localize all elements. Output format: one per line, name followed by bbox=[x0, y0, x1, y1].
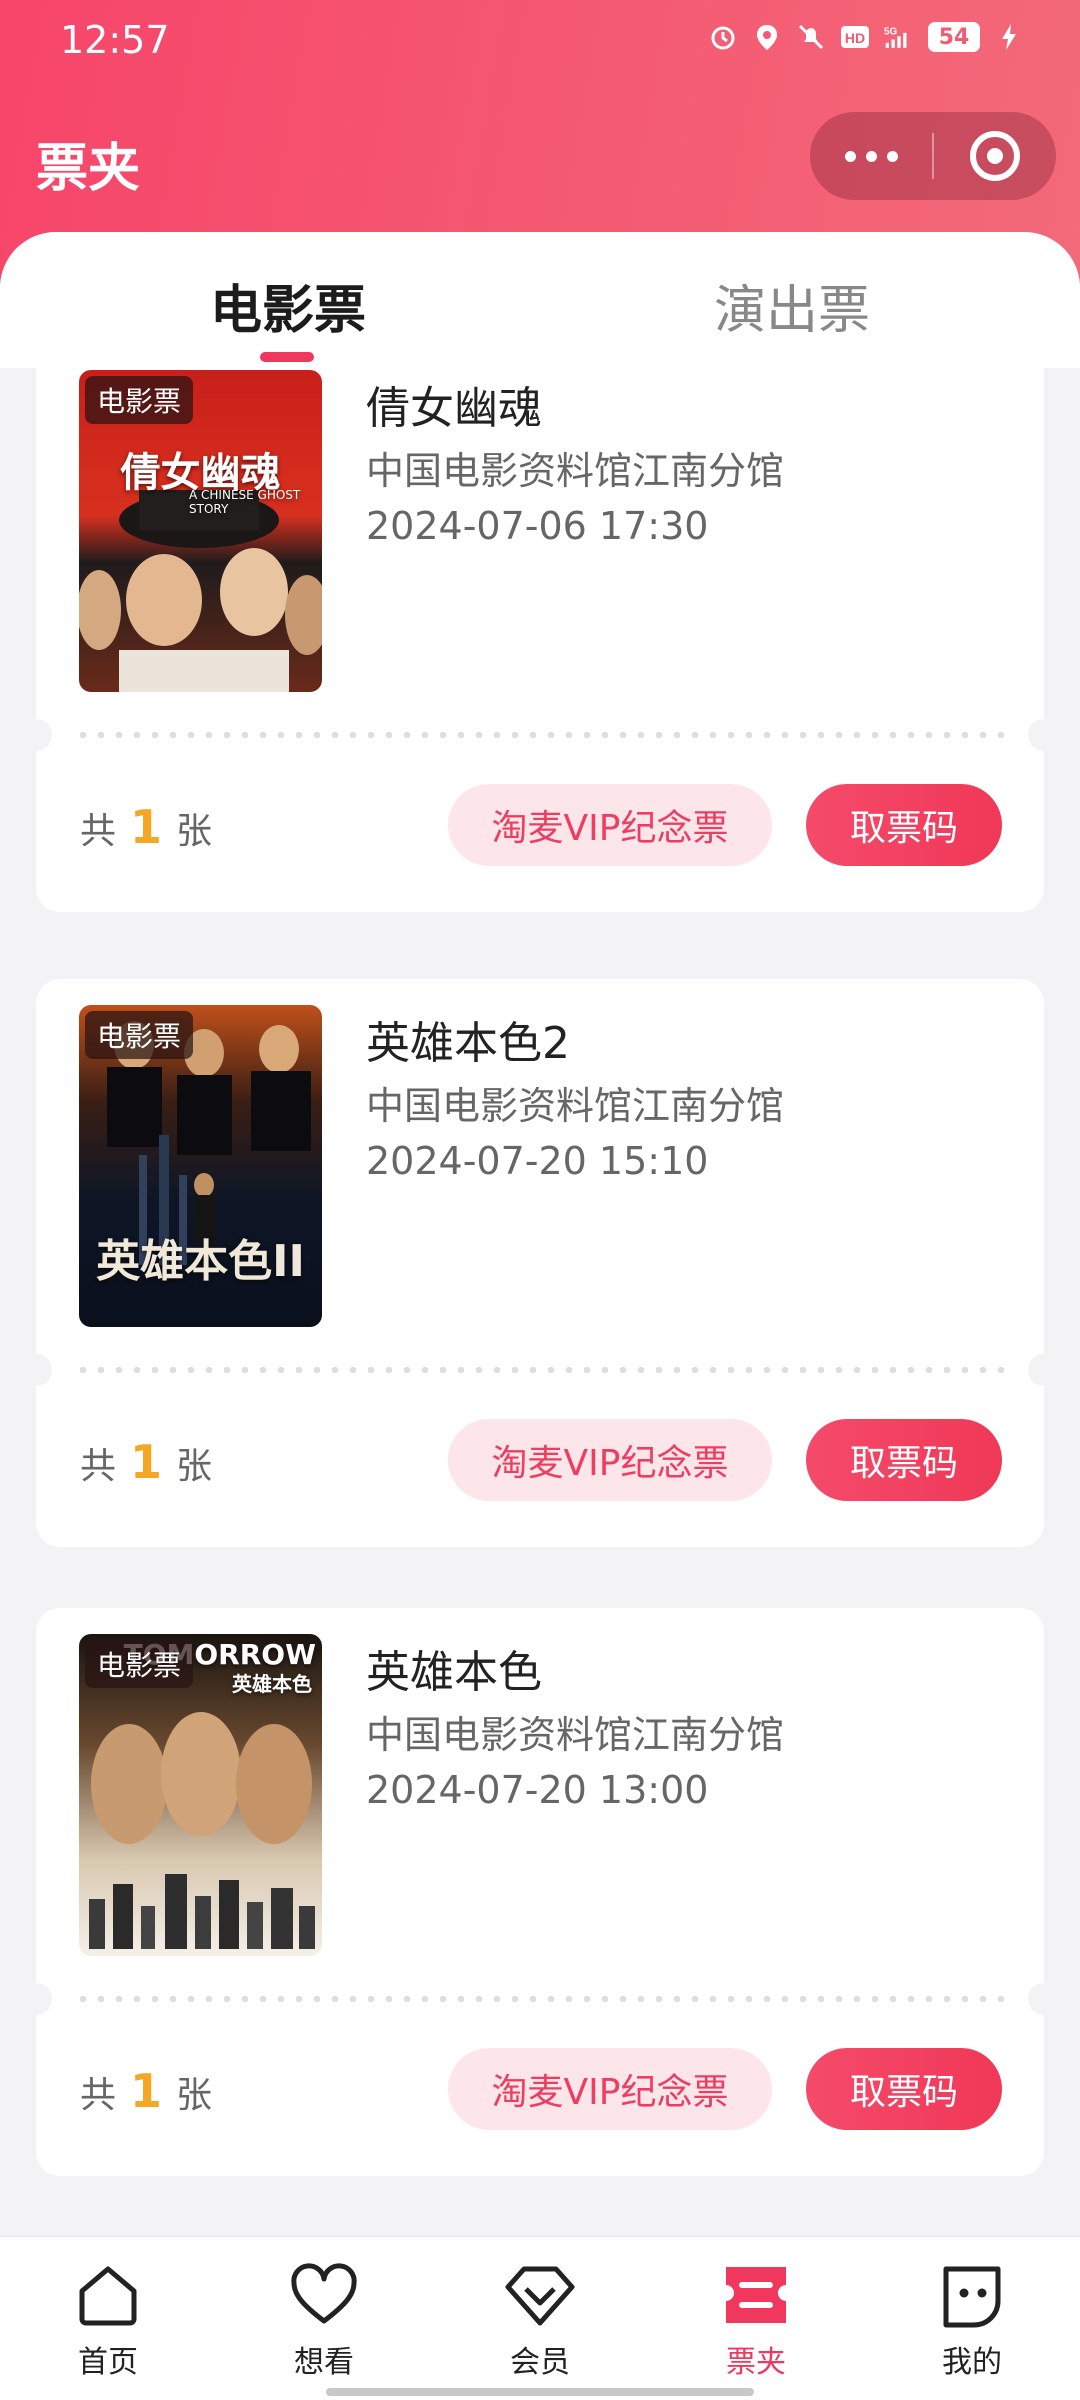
ticket-type-tabs-overlay: 电影票 演出票 bbox=[0, 232, 1080, 368]
target-icon[interactable] bbox=[934, 131, 1056, 181]
status-time: 12:57 bbox=[60, 18, 170, 62]
nav-item-want-to-see[interactable]: 想看 bbox=[264, 2257, 384, 2381]
home-icon bbox=[79, 2266, 137, 2326]
vip-souvenir-ticket-button[interactable]: 淘麦VIP纪念票 bbox=[448, 2048, 772, 2130]
hd-icon: HD bbox=[840, 22, 870, 52]
show-datetime: 2024-07-06 17:30 bbox=[366, 504, 709, 548]
movie-title: 英雄本色 bbox=[366, 1647, 542, 1698]
ticket-type-badge: 电影票 bbox=[85, 1011, 194, 1059]
ticket-count-number: 1 bbox=[130, 2064, 163, 2118]
ticket-notch bbox=[20, 1354, 52, 1386]
cinema-name: 中国电影资料馆江南分馆 bbox=[366, 1713, 785, 1757]
ticket-type-badge: 电影票 bbox=[85, 1640, 194, 1688]
status-icons: HD 5G 54 bbox=[708, 22, 1024, 52]
poster-title: 英雄本色II bbox=[96, 1236, 305, 1287]
vip-souvenir-ticket-button[interactable]: 淘麦VIP纪念票 bbox=[448, 784, 772, 866]
nav-label: 想看 bbox=[294, 2345, 354, 2380]
movie-title: 英雄本色2 bbox=[366, 1018, 570, 1069]
movie-poster: 倩女幽魂 A CHINESE GHOST STORY 电影票 bbox=[79, 370, 322, 692]
mini-program-capsule bbox=[810, 112, 1056, 200]
movie-title: 倩女幽魂 bbox=[366, 383, 542, 434]
ticket-notch bbox=[20, 1983, 52, 2015]
ticket-card[interactable]: TOMORROW 英雄本色 电影票 英雄本色 中国电影资料馆江南分馆 2024-… bbox=[20, 1608, 1060, 2176]
tab-movie-tickets[interactable]: 电影票 bbox=[138, 268, 438, 343]
show-datetime: 2024-07-20 13:00 bbox=[366, 1768, 709, 1812]
alarm-icon bbox=[708, 22, 738, 52]
ticket-notch bbox=[1028, 719, 1060, 751]
nav-item-profile[interactable]: 我的 bbox=[912, 2257, 1032, 2381]
ticket-card[interactable]: 英雄本色II 电影票 英雄本色2 中国电影资料馆江南分馆 2024-07-20 … bbox=[20, 979, 1060, 1547]
member-icon bbox=[505, 2266, 575, 2326]
active-tab-indicator bbox=[260, 352, 314, 362]
ticket-type-badge: 电影票 bbox=[85, 376, 194, 424]
profile-icon bbox=[943, 2266, 1001, 2328]
status-bar: 12:57 HD 5G 54 bbox=[0, 0, 1080, 80]
mute-icon bbox=[796, 22, 826, 52]
ticket-notch bbox=[1028, 1354, 1060, 1386]
ticket-card[interactable]: 倩女幽魂 A CHINESE GHOST STORY 电影票 倩女幽魂 中国电影… bbox=[20, 344, 1060, 912]
cinema-name: 中国电影资料馆江南分馆 bbox=[366, 449, 785, 493]
perforation-line bbox=[74, 1367, 1006, 1373]
perforation-line bbox=[74, 732, 1006, 738]
ticket-count-number: 1 bbox=[130, 1435, 163, 1489]
battery-indicator: 54 bbox=[928, 22, 980, 52]
heart-icon bbox=[291, 2263, 357, 2324]
location-icon bbox=[752, 22, 782, 52]
ticket-notch bbox=[1028, 1983, 1060, 2015]
vip-souvenir-ticket-button[interactable]: 淘麦VIP纪念票 bbox=[448, 1419, 772, 1501]
bottom-navigation: 首页 想看 会员 票夹 我的 bbox=[0, 2236, 1080, 2400]
more-dots-icon[interactable] bbox=[810, 112, 932, 200]
ticket-count-number: 1 bbox=[130, 800, 163, 854]
nav-label: 票夹 bbox=[726, 2345, 786, 2380]
nav-item-member[interactable]: 会员 bbox=[480, 2257, 600, 2381]
ticket-notch bbox=[20, 719, 52, 751]
home-indicator bbox=[326, 2388, 754, 2396]
movie-poster: 英雄本色II 电影票 bbox=[79, 1005, 322, 1327]
cinema-name: 中国电影资料馆江南分馆 bbox=[366, 1084, 785, 1128]
pickup-code-button[interactable]: 取票码 bbox=[806, 2048, 1002, 2130]
pickup-code-button[interactable]: 取票码 bbox=[806, 1419, 1002, 1501]
nav-label: 首页 bbox=[78, 2345, 138, 2380]
nav-item-ticket-wallet[interactable]: 票夹 bbox=[696, 2257, 816, 2381]
page-title: 票夹 bbox=[36, 139, 141, 199]
ticket-count: 共 1 张 bbox=[80, 800, 213, 854]
tab-show-tickets[interactable]: 演出票 bbox=[642, 268, 942, 343]
5g-signal-icon: 5G bbox=[884, 22, 914, 52]
ticket-count: 共 1 张 bbox=[80, 1435, 213, 1489]
nav-item-home[interactable]: 首页 bbox=[48, 2257, 168, 2381]
perforation-line bbox=[74, 1996, 1006, 2002]
ticket-count: 共 1 张 bbox=[80, 2064, 213, 2118]
poster-subtitle: A CHINESE GHOST STORY bbox=[189, 488, 301, 516]
ticket-wallet-icon bbox=[726, 2267, 786, 2323]
show-datetime: 2024-07-20 15:10 bbox=[366, 1139, 709, 1183]
charging-icon bbox=[994, 22, 1024, 52]
svg-text:HD: HD bbox=[845, 30, 865, 46]
nav-label: 会员 bbox=[510, 2345, 570, 2380]
nav-label: 我的 bbox=[942, 2345, 1002, 2380]
movie-poster: TOMORROW 英雄本色 电影票 bbox=[79, 1634, 322, 1956]
svg-text:5G: 5G bbox=[884, 27, 898, 38]
pickup-code-button[interactable]: 取票码 bbox=[806, 784, 1002, 866]
